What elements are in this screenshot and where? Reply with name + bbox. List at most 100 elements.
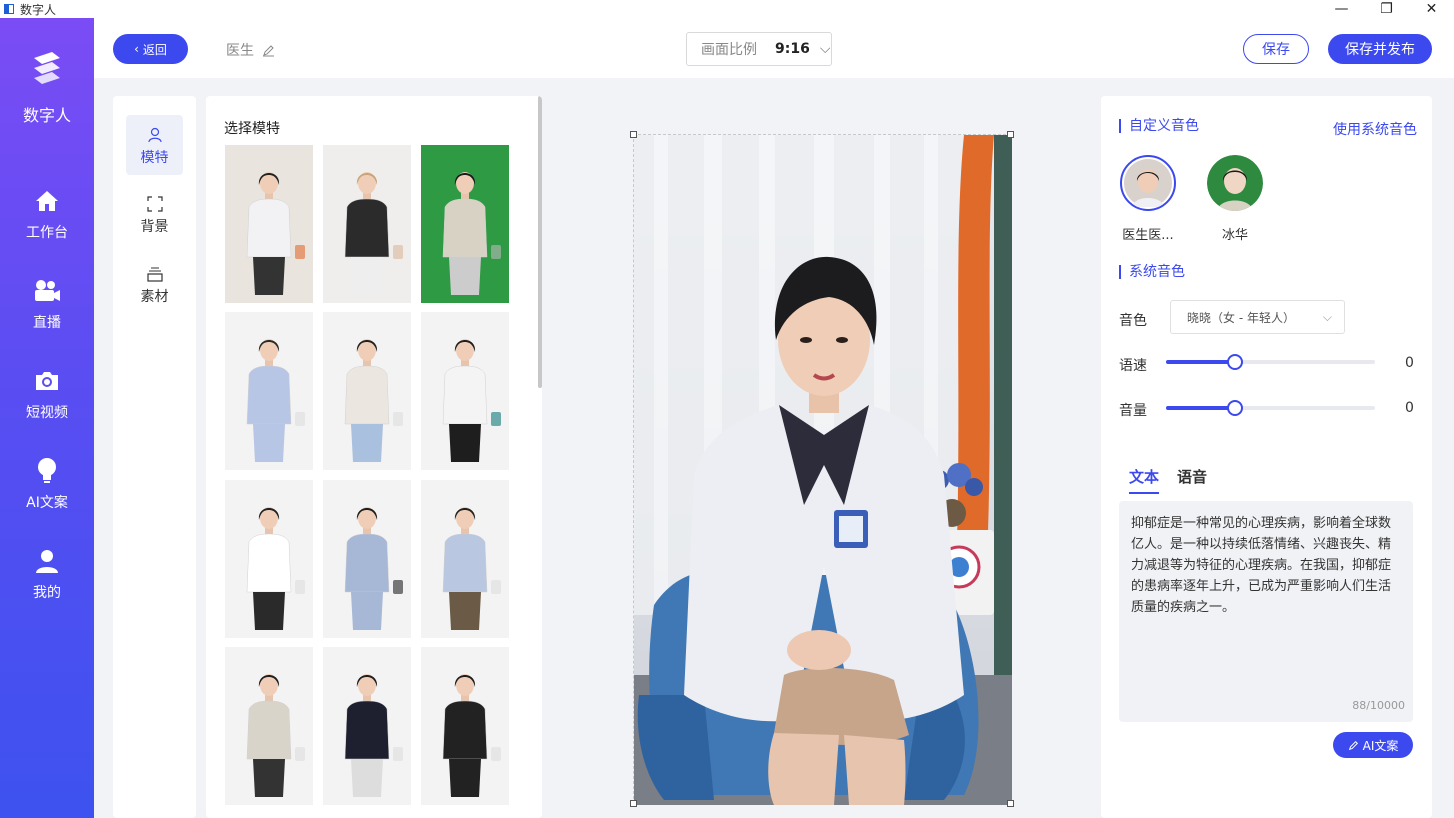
char-count: 88/10000 (1352, 699, 1405, 712)
app-name: 数字人 (22, 106, 71, 125)
person-icon (126, 125, 183, 145)
resize-handle-top-right[interactable] (1007, 131, 1014, 138)
doctor-avatar-preview (634, 135, 1012, 805)
document-name[interactable]: 医生 (226, 40, 275, 60)
aspect-ratio-label: 画面比例 (701, 42, 757, 58)
model-thumbnail[interactable] (323, 312, 411, 470)
model-thumbnail[interactable] (225, 480, 313, 638)
model-thumbnail[interactable] (225, 647, 313, 805)
model-thumbnail[interactable] (225, 312, 313, 470)
speed-slider-knob[interactable] (1226, 354, 1243, 370)
camera-icon (32, 366, 62, 396)
tab-label: 背景 (140, 219, 169, 235)
tab-model[interactable]: 模特 (126, 115, 183, 175)
document-name-text: 医生 (226, 43, 254, 59)
restore-button[interactable]: ❐ (1364, 0, 1409, 18)
sidebar-item-label: 短视频 (26, 405, 68, 421)
ai-copy-button-label: AI文案 (1362, 738, 1399, 753)
chevron-down-icon: ⌵ (1322, 309, 1332, 324)
speed-slider[interactable] (1166, 354, 1375, 370)
tab-text[interactable]: 文本 (1129, 466, 1160, 494)
video-preview-canvas[interactable] (630, 131, 1014, 807)
resize-handle-top-left[interactable] (630, 131, 637, 138)
model-figure (323, 480, 411, 638)
use-system-voice-link[interactable]: 使用系统音色 (1333, 119, 1417, 139)
tab-material[interactable]: 素材 (126, 254, 183, 314)
script-textarea[interactable]: 抑郁症是一种常见的心理疾病，影响着全球数亿人。是一种以持续低落情绪、兴趣丧失、精… (1119, 501, 1413, 722)
model-figure (225, 145, 313, 303)
tab-label: 模特 (140, 150, 169, 166)
model-thumbnail[interactable] (323, 480, 411, 638)
edit-pencil-icon (1348, 740, 1358, 750)
sidebar-item-short-video[interactable]: 短视频 (0, 366, 94, 422)
volume-slider-fill (1166, 406, 1235, 410)
home-icon (32, 186, 62, 216)
logo-icon (34, 52, 60, 84)
volume-slider-knob[interactable] (1226, 400, 1243, 416)
model-figure (323, 647, 411, 805)
sidebar-item-mine[interactable]: 我的 (0, 546, 94, 602)
model-thumbnail[interactable] (225, 145, 313, 303)
model-thumbnail[interactable] (323, 145, 411, 303)
model-figure (421, 145, 509, 303)
close-button[interactable]: ✕ (1409, 0, 1454, 18)
user-icon (32, 546, 62, 576)
tab-label: 素材 (140, 289, 169, 305)
save-and-publish-button[interactable]: 保存并发布 (1328, 34, 1432, 64)
layers-icon (126, 264, 183, 284)
sidebar-item-live[interactable]: 直播 (0, 276, 94, 332)
voice-name-doctor: 医生医... (1122, 228, 1174, 243)
model-thumbnail[interactable] (421, 312, 509, 470)
voice-avatar-doctor[interactable] (1120, 155, 1176, 211)
aspect-ratio-value: 9:16 (775, 41, 810, 57)
sidebar-item-ai-copy[interactable]: AI文案 (0, 456, 94, 512)
model-figure (421, 480, 509, 638)
model-figure (421, 647, 509, 805)
model-picker-title: 选择模特 (224, 121, 280, 137)
voice-name-binghua: 冰华 (1221, 228, 1248, 243)
tab-voice[interactable]: 语音 (1177, 466, 1207, 487)
speed-label: 语速 (1119, 358, 1147, 374)
minimize-button[interactable]: — (1319, 0, 1364, 18)
save-button[interactable]: 保存 (1243, 34, 1309, 64)
model-figure (323, 312, 411, 470)
model-thumbnail[interactable] (421, 145, 509, 303)
voice-select[interactable]: 晓晓（女 - 年轻人） ⌵ (1170, 300, 1345, 334)
model-thumbnail[interactable] (421, 647, 509, 805)
model-thumbnail[interactable] (323, 647, 411, 805)
voice-settings-panel: 自定义音色 使用系统音色 医生医... 冰华 系统音色 音色 晓晓（女 - 年轻… (1101, 96, 1432, 818)
video-camera-icon (32, 276, 62, 306)
sidebar-item-label: 工作台 (26, 225, 68, 241)
volume-value: 0 (1405, 400, 1414, 416)
speed-value: 0 (1405, 355, 1414, 371)
back-button[interactable]: ‹ 返回 (113, 34, 188, 64)
voice-select-value: 晓晓（女 - 年轻人） (1187, 310, 1295, 325)
app-icon (4, 4, 14, 14)
volume-label: 音量 (1119, 403, 1147, 419)
model-picker-panel: 选择模特 (206, 96, 542, 818)
speed-slider-fill (1166, 360, 1235, 364)
resize-handle-bottom-right[interactable] (1007, 800, 1014, 807)
model-figure (323, 145, 411, 303)
model-figure (421, 312, 509, 470)
voice-avatar-binghua[interactable] (1207, 155, 1263, 211)
avatar (1124, 159, 1172, 207)
back-label: 返回 (142, 42, 167, 57)
tab-background[interactable]: 背景 (126, 184, 183, 244)
model-thumbnail[interactable] (421, 480, 509, 638)
custom-voice-title: 自定义音色 (1119, 119, 1199, 133)
lightbulb-icon (32, 456, 62, 486)
model-panel-scrollbar[interactable] (538, 96, 542, 388)
model-figure (225, 480, 313, 638)
sidebar: 数字人 工作台 直播 短视频 AI文案 我的 (0, 18, 94, 818)
editor-header: ‹ 返回 医生 画面比例 9:16 ⌵ 保存 保存并发布 (94, 18, 1454, 78)
ai-copy-button[interactable]: AI文案 (1333, 732, 1413, 758)
edit-pencil-icon[interactable] (262, 44, 275, 57)
system-voice-title: 系统音色 (1119, 265, 1185, 279)
volume-slider[interactable] (1166, 400, 1375, 416)
window-titlebar: 数字人 — ❐ ✕ (0, 0, 1454, 18)
resize-handle-bottom-left[interactable] (630, 800, 637, 807)
sidebar-item-workbench[interactable]: 工作台 (0, 186, 94, 242)
model-figure (225, 647, 313, 805)
aspect-ratio-select[interactable]: 画面比例 9:16 ⌵ (686, 32, 832, 66)
